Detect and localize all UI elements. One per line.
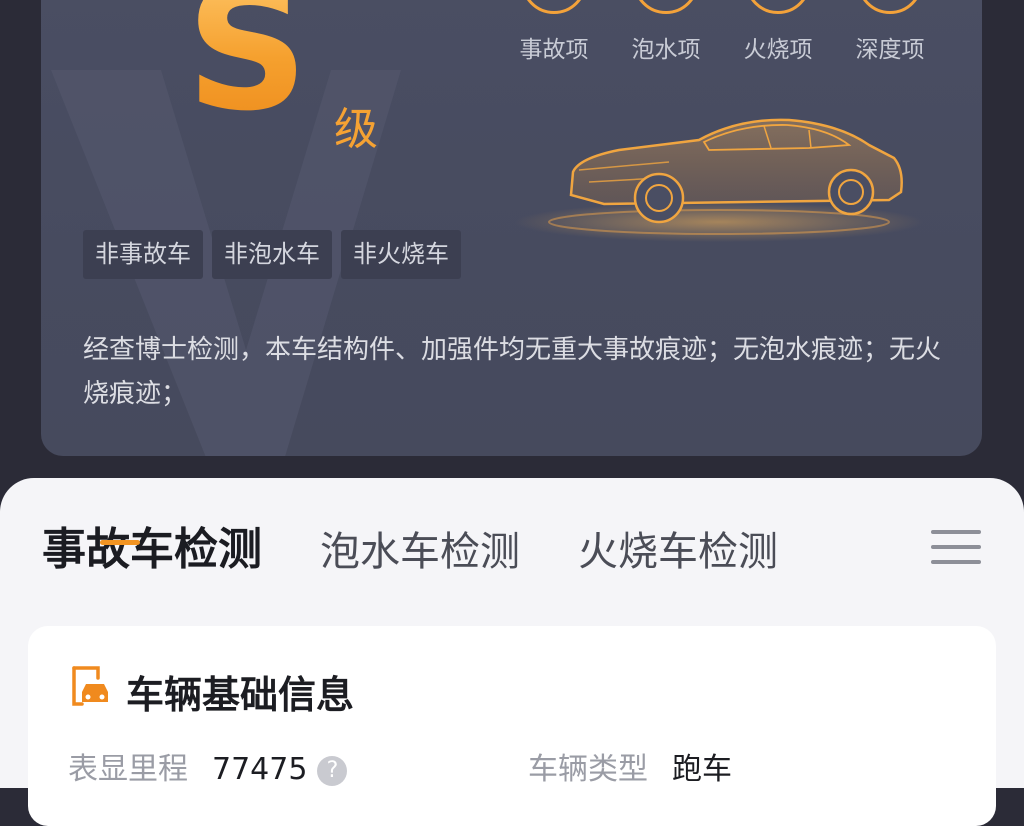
- tab-flood-check[interactable]: 泡水车检测: [320, 530, 520, 574]
- info-card-title: 车辆基础信息: [126, 673, 355, 717]
- field-mileage: 表显里程 77475?: [68, 744, 348, 788]
- grade-letter: S: [186, 0, 308, 135]
- inspection-summary: 经查博士检测，本车结构件、加强件均无重大事故痕迹；无泡水痕迹；无火烧痕迹；: [83, 335, 942, 409]
- detection-tabs: 事故车检测 泡水车检测 火烧车检测: [42, 525, 836, 574]
- active-tab-indicator: [100, 540, 140, 545]
- status-tags: 非事故车 非泡水车 非火烧车: [83, 230, 461, 279]
- check-ring-icon: [745, 0, 811, 14]
- tag-no-flood: 非泡水车: [212, 230, 332, 279]
- field-label: 表显里程: [68, 752, 188, 787]
- field-label: 车辆类型: [528, 752, 648, 787]
- check-ring-icon: [521, 0, 587, 14]
- check-item-fire: 火烧项: [743, 37, 813, 63]
- vehicle-basic-info-card: 车辆基础信息 表显里程 77475? 车辆类型 跑车: [28, 626, 996, 826]
- grade-suffix: 级: [334, 104, 378, 155]
- report-summary-card: S 级 事故项 泡水项 火烧项 深度项 非事故车 非泡水车 非火烧车 经查博士检…: [41, 0, 982, 456]
- tag-no-accident: 非事故车: [83, 230, 203, 279]
- check-item-accident: 事故项: [519, 37, 589, 63]
- field-value: 跑车: [672, 752, 732, 787]
- field-vehicle-type: 车辆类型 跑车: [528, 744, 732, 788]
- check-item-flood: 泡水项: [631, 37, 701, 63]
- field-value: 77475: [212, 752, 308, 787]
- check-item-depth: 深度项: [855, 37, 925, 63]
- tab-accident-check[interactable]: 事故车检测: [42, 525, 262, 574]
- check-ring-icon: [633, 0, 699, 14]
- help-icon[interactable]: ?: [317, 755, 348, 786]
- check-items: 事故项 泡水项 火烧项 深度项: [507, 0, 967, 63]
- car-scan-illustration: [514, 118, 924, 242]
- check-ring-icon: [857, 0, 923, 14]
- detail-sheet: 事故车检测 泡水车检测 火烧车检测 车辆基础信息 表显里程 77475? 车辆类型…: [0, 478, 1024, 826]
- tag-no-fire: 非火烧车: [341, 230, 461, 279]
- car-document-icon: [72, 666, 108, 706]
- tab-fire-check[interactable]: 火烧车检测: [578, 530, 778, 574]
- menu-icon[interactable]: [931, 530, 981, 570]
